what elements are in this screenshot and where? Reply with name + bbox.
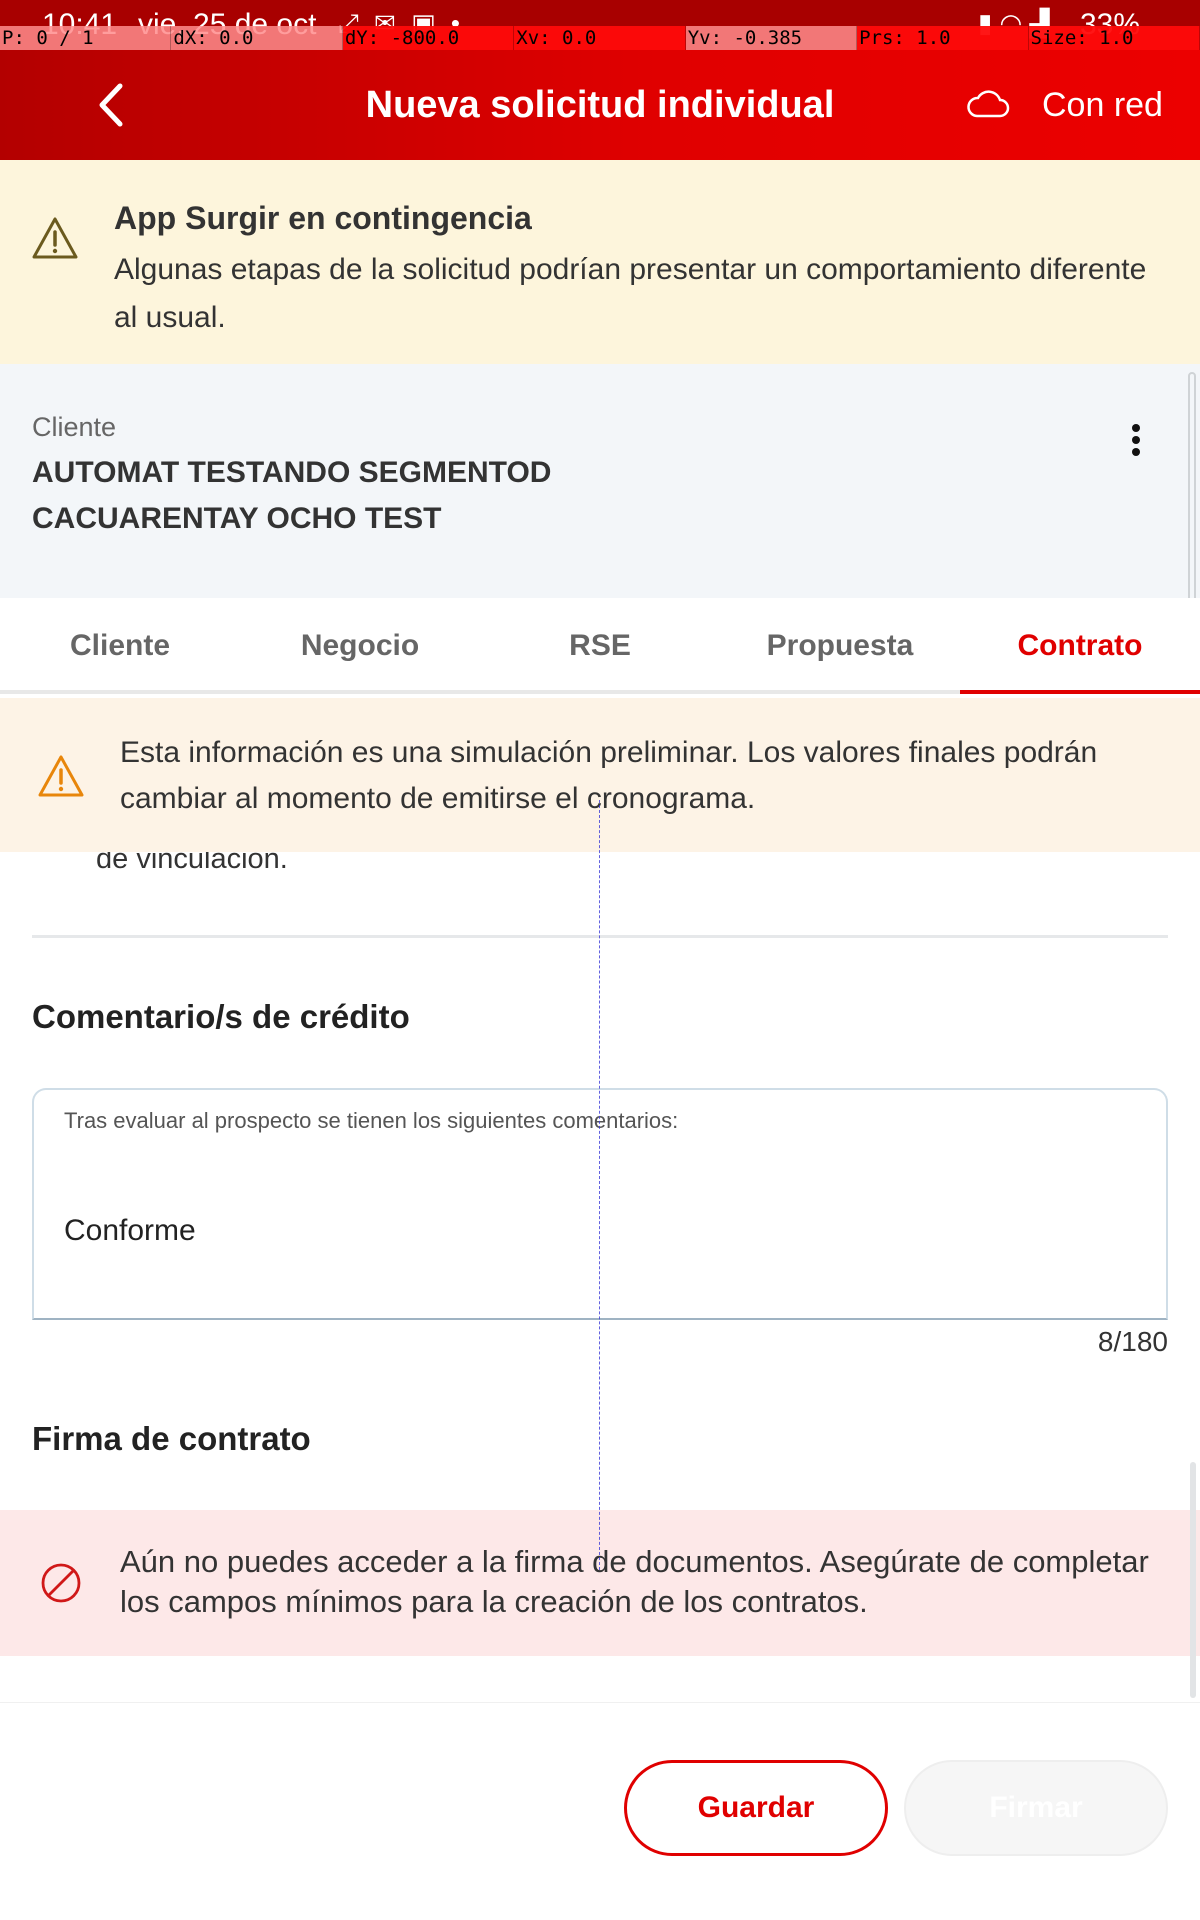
signature-blocked-notice: Aún no puedes acceder a la firma de docu… (0, 1510, 1200, 1656)
warning-icon (32, 217, 78, 259)
debug-xv: Xv: 0.0 (514, 26, 686, 50)
credit-comments-caption: Tras evaluar al prospecto se tienen los … (64, 1108, 679, 1133)
pointer-trace-line (599, 800, 600, 1570)
credit-comments-value[interactable]: Conforme (64, 1214, 196, 1248)
debug-pointer: P: 0 / 1 (0, 26, 172, 50)
more-vert-icon (1122, 424, 1150, 456)
debug-pressure: Prs: 1.0 (857, 26, 1029, 50)
client-name: AUTOMAT TESTANDO SEGMENTOD CACUARENTAY O… (32, 456, 552, 535)
simulation-notice: Esta información es una simulación preli… (0, 698, 1200, 852)
client-label: Cliente (32, 412, 117, 442)
debug-size: Size: 1.0 (1028, 26, 1200, 50)
tab-negocio[interactable]: Negocio (240, 598, 480, 690)
debug-dy: dY: -800.0 (342, 26, 515, 50)
tab-propuesta[interactable]: Propuesta (720, 598, 960, 690)
contingency-message: Algunas etapas de la solicitud podrían p… (114, 253, 1147, 334)
debug-yv: Yv: -0.385 (685, 26, 858, 50)
debug-dx: dX: 0.0 (171, 26, 343, 50)
character-counter: 8/180 (1097, 1326, 1168, 1357)
app-bar: Nueva solicitud individual Con red (0, 50, 1200, 160)
sign-button[interactable]: Firmar (904, 1760, 1168, 1856)
more-options-button[interactable] (1122, 420, 1150, 464)
cloud-icon (967, 90, 1010, 118)
pointer-debug-overlay: P: 0 / 1 dX: 0.0 dY: -800.0 Xv: 0.0 Yv: … (0, 26, 1200, 50)
blocked-icon (41, 1563, 81, 1603)
client-header: Cliente AUTOMAT TESTANDO SEGMENTOD CACUA… (0, 364, 1200, 598)
contingency-banner: App Surgir en contingencia Algunas etapa… (0, 160, 1200, 364)
contract-signature-title: Firma de contrato (32, 1420, 311, 1457)
warning-icon (38, 755, 84, 797)
simulation-notice-text: Esta información es una simulación preli… (120, 736, 1098, 815)
section-divider (32, 935, 1168, 938)
save-button[interactable]: Guardar (624, 1760, 888, 1856)
contingency-title: App Surgir en contingencia (114, 200, 532, 236)
tab-cliente[interactable]: Cliente (0, 598, 240, 690)
network-status: Con red (1042, 86, 1163, 124)
tab-rse[interactable]: RSE (480, 598, 720, 690)
scrollbar-thumb[interactable] (1190, 1462, 1196, 1698)
page-title: Nueva solicitud individual (365, 84, 835, 126)
credit-comments-field[interactable]: Tras evaluar al prospecto se tienen los … (32, 1088, 1168, 1320)
signature-blocked-text: Aún no puedes acceder a la firma de docu… (120, 1544, 1149, 1619)
section-tabs: Cliente Negocio RSE Propuesta Contrato (0, 598, 1200, 694)
tab-contrato[interactable]: Contrato (960, 598, 1200, 694)
status-bar: 10:41 vie, 25 de oct ⤢ ✉ ▣ • ▮ ◠ ▟ 33% P… (0, 0, 1200, 50)
credit-comments-title: Comentario/s de crédito (32, 998, 410, 1035)
